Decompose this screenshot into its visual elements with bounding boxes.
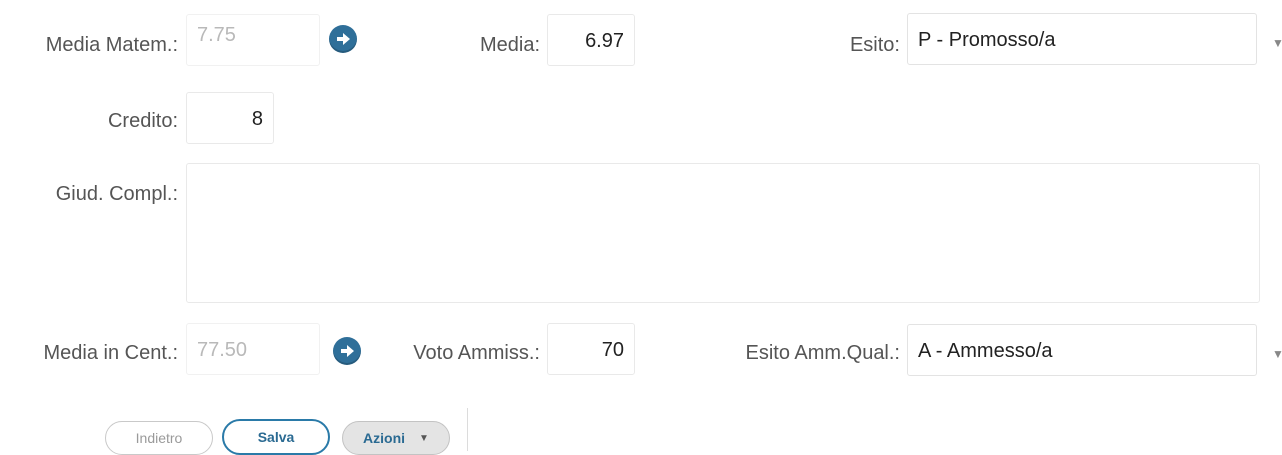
voto-ammiss-field[interactable]: 70: [547, 323, 635, 375]
caret-down-icon: ▼: [419, 432, 429, 444]
save-button[interactable]: Salva: [222, 419, 330, 455]
arrow-right-circle-icon: [341, 345, 354, 357]
esito-amm-qual-select[interactable]: A - Ammesso/a: [907, 324, 1257, 376]
actions-button[interactable]: Azioni ▼: [342, 421, 450, 455]
credito-label: Credito:: [107, 110, 178, 132]
esito-amm-qual-label: Esito Amm.Qual.:: [745, 342, 901, 364]
esito-amm-caret-down-icon[interactable]: ▼: [1272, 347, 1282, 361]
media-field[interactable]: 6.97: [547, 14, 635, 66]
giud-compl-textarea[interactable]: [186, 163, 1260, 303]
media-cent-field: 77.50: [186, 323, 320, 375]
media-matem-label: Media Matem.:: [45, 34, 178, 56]
button-divider: [467, 408, 468, 451]
media-matem-apply-button[interactable]: [329, 25, 357, 53]
arrow-right-circle-icon: [337, 33, 350, 45]
back-button[interactable]: Indietro: [105, 421, 213, 455]
actions-button-label: Azioni: [363, 430, 406, 446]
giud-compl-label: Giud. Compl.:: [55, 183, 178, 205]
esito-caret-down-icon[interactable]: ▼: [1272, 36, 1282, 50]
media-cent-label: Media in Cent.:: [43, 342, 178, 364]
esito-label: Esito:: [849, 34, 900, 56]
voto-ammiss-label: Voto Ammiss.:: [413, 342, 540, 364]
media-matem-field: 7.75: [186, 14, 320, 66]
credito-field[interactable]: 8: [186, 92, 274, 144]
media-cent-apply-button[interactable]: [333, 337, 361, 365]
media-label: Media:: [479, 34, 540, 56]
esito-select[interactable]: P - Promosso/a: [907, 13, 1257, 65]
